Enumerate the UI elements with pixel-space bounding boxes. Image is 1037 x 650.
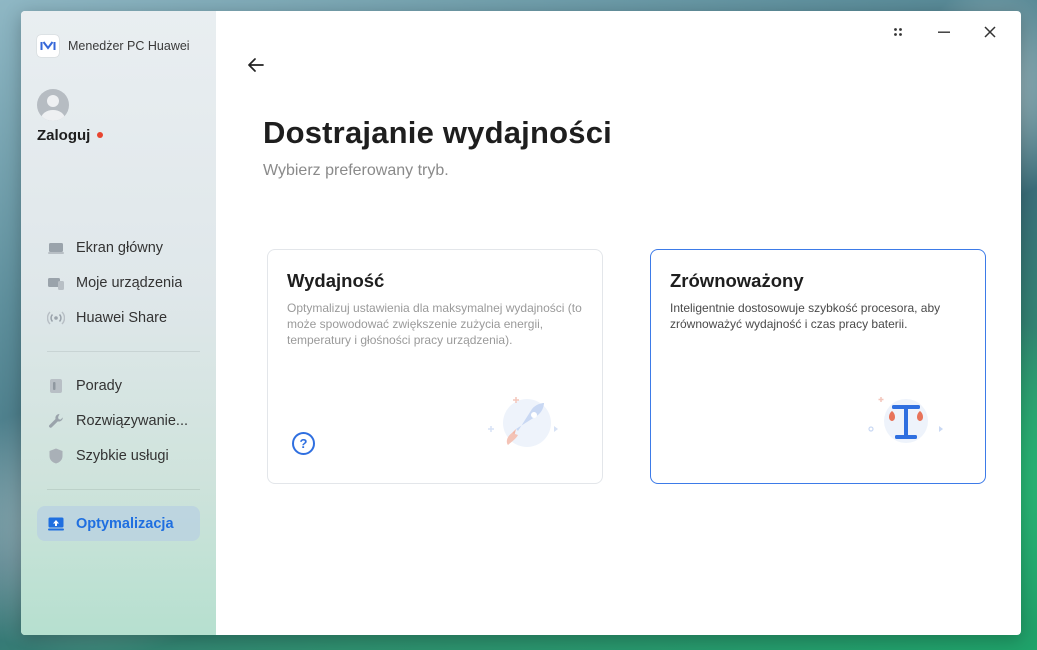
mode-card-balanced[interactable]: Zrównoważony Inteligentnie dostosowuje s… <box>650 249 986 484</box>
app-title-bar: Menedżer PC Huawei <box>37 11 200 81</box>
sidebar-divider <box>47 351 200 352</box>
avatar[interactable] <box>37 89 69 121</box>
app-window: Menedżer PC Huawei Zaloguj Ekran główny … <box>21 11 1021 635</box>
rocket-icon <box>482 391 564 455</box>
sidebar: Menedżer PC Huawei Zaloguj Ekran główny … <box>21 11 216 635</box>
minimize-button[interactable] <box>921 17 967 47</box>
sidebar-nav: Ekran główny Moje urządzenia Huawei Shar… <box>37 230 200 541</box>
wrench-icon <box>47 412 65 430</box>
arrow-left-icon <box>248 58 264 72</box>
mode-card-title: Zrównoważony <box>670 270 804 291</box>
sidebar-item-label: Optymalizacja <box>76 515 174 532</box>
mode-card-performance[interactable]: Wydajność Optymalizuj ustawienia dla mak… <box>267 249 603 484</box>
page-subtitle: Wybierz preferowany tryb. <box>263 162 449 179</box>
grid-dots-icon <box>894 28 902 36</box>
minimize-icon <box>938 31 950 33</box>
sidebar-item-label: Rozwiązywanie... <box>76 412 189 429</box>
sidebar-item-optimization[interactable]: Optymalizacja <box>37 506 200 541</box>
login-link[interactable]: Zaloguj <box>37 127 90 144</box>
main-content: Dostrajanie wydajności Wybierz preferowa… <box>216 11 1021 635</box>
huawei-pc-manager-logo-icon <box>37 35 59 57</box>
sidebar-item-my-devices[interactable]: Moje urządzenia <box>37 265 200 300</box>
page-title: Dostrajanie wydajności <box>263 115 612 150</box>
devices-icon <box>47 274 65 292</box>
sidebar-item-troubleshooting[interactable]: Rozwiązywanie... <box>37 403 200 438</box>
sidebar-item-label: Porady <box>76 377 122 394</box>
optimization-icon <box>47 515 65 533</box>
sidebar-item-label: Huawei Share <box>76 309 168 326</box>
mode-card-description: Inteligentnie dostosowuje szybkość proce… <box>670 301 941 331</box>
balance-scale-icon <box>865 391 947 455</box>
more-options-button[interactable] <box>875 17 921 47</box>
laptop-icon <box>47 239 65 257</box>
close-icon <box>984 26 996 38</box>
sidebar-item-home[interactable]: Ekran główny <box>37 230 200 265</box>
app-name: Menedżer PC Huawei <box>68 39 190 53</box>
window-controls <box>875 17 1013 47</box>
sidebar-item-quick-services[interactable]: Szybkie usługi <box>37 438 200 473</box>
back-button[interactable] <box>244 53 268 77</box>
share-waves-icon <box>47 309 65 327</box>
tips-icon <box>47 377 65 395</box>
mode-card-description: Optymalizuj ustawienia dla maksymalnej w… <box>287 301 582 347</box>
sidebar-item-huawei-share[interactable]: Huawei Share <box>37 300 200 335</box>
notification-dot <box>97 131 104 138</box>
sidebar-item-tips[interactable]: Porady <box>37 368 200 403</box>
sidebar-divider <box>47 489 200 490</box>
login-row[interactable]: Zaloguj <box>37 127 200 144</box>
mode-card-title: Wydajność <box>287 270 385 291</box>
sidebar-item-label: Szybkie usługi <box>76 447 169 464</box>
help-button[interactable]: ? <box>292 432 315 455</box>
sidebar-item-label: Moje urządzenia <box>76 274 183 291</box>
shield-icon <box>47 447 65 465</box>
sidebar-item-label: Ekran główny <box>76 239 164 256</box>
close-button[interactable] <box>967 17 1013 47</box>
